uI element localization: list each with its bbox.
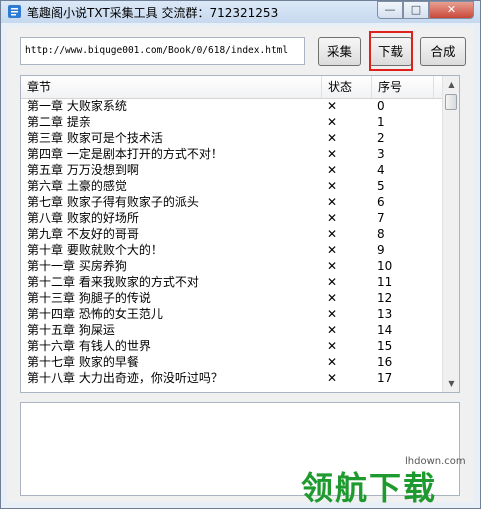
status-cell: ✕ xyxy=(327,179,338,193)
list-rows: 第一章 大败家系统 ✕ 0 第二章 提亲 ✕ 1 第三章 败家可是个技术活 ✕ 2 第四章 一定是… xyxy=(21,98,442,386)
index-cell: 16 xyxy=(377,355,393,369)
status-cell: ✕ xyxy=(327,227,338,241)
table-row[interactable]: 第二章 提亲 ✕ 1 xyxy=(21,114,442,130)
maximize-button[interactable]: □ xyxy=(403,1,429,19)
chapter-list[interactable]: 章节 状态 序号 第一章 大败家系统 ✕ 0 第二章 提亲 ✕ 1 第三章 败家可是个技术活… xyxy=(20,75,460,393)
index-cell: 12 xyxy=(377,291,393,305)
chapter-cell: 第十七章 败家的早餐 xyxy=(27,355,139,369)
column-header-status[interactable]: 状态 xyxy=(322,76,372,98)
index-cell: 2 xyxy=(377,131,385,145)
chapter-cell: 第一章 大败家系统 xyxy=(27,99,127,113)
table-row[interactable]: 第十八章 大力出奇迹，你没听过吗？ ✕ 17 xyxy=(21,370,442,386)
list-header: 章节 状态 序号 xyxy=(21,76,442,99)
chapter-cell: 第二章 提亲 xyxy=(27,115,91,129)
index-cell: 7 xyxy=(377,211,385,225)
scroll-thumb[interactable] xyxy=(445,94,457,110)
merge-button[interactable]: 合成 xyxy=(420,37,466,66)
close-button[interactable]: ✕ xyxy=(429,1,474,19)
chapter-cell: 第十一章 买房养狗 xyxy=(27,259,127,273)
url-input[interactable]: http://www.biquge001.com/Book/0/618/inde… xyxy=(20,37,305,65)
column-header-index[interactable]: 序号 xyxy=(372,76,434,98)
status-cell: ✕ xyxy=(327,131,338,145)
status-cell: ✕ xyxy=(327,323,338,337)
table-row[interactable]: 第四章 一定是剧本打开的方式不对！ ✕ 3 xyxy=(21,146,442,162)
table-row[interactable]: 第十一章 买房养狗 ✕ 10 xyxy=(21,258,442,274)
status-cell: ✕ xyxy=(327,195,338,209)
index-cell: 9 xyxy=(377,243,385,257)
status-cell: ✕ xyxy=(327,339,338,353)
status-cell: ✕ xyxy=(327,259,338,273)
index-cell: 15 xyxy=(377,339,393,353)
status-cell: ✕ xyxy=(327,371,338,385)
index-cell: 1 xyxy=(377,115,385,129)
chapter-cell: 第四章 一定是剧本打开的方式不对！ xyxy=(27,147,223,161)
table-row[interactable]: 第十三章 狗腿子的传说 ✕ 12 xyxy=(21,290,442,306)
index-cell: 4 xyxy=(377,163,385,177)
table-row[interactable]: 第三章 败家可是个技术活 ✕ 2 xyxy=(21,130,442,146)
chapter-cell: 第十章 要败就败个大的！ xyxy=(27,243,163,257)
download-highlight-box xyxy=(369,31,413,71)
table-row[interactable]: 第五章 万万没想到啊 ✕ 4 xyxy=(21,162,442,178)
index-cell: 5 xyxy=(377,179,385,193)
table-row[interactable]: 第十四章 恐怖的女王范儿 ✕ 13 xyxy=(21,306,442,322)
chapter-cell: 第十二章 看来我败家的方式不对 xyxy=(27,275,199,289)
status-cell: ✕ xyxy=(327,115,338,129)
column-header-chapter[interactable]: 章节 xyxy=(21,76,322,98)
status-cell: ✕ xyxy=(327,99,338,113)
chapter-cell: 第十三章 狗腿子的传说 xyxy=(27,291,151,305)
index-cell: 17 xyxy=(377,371,393,385)
index-cell: 11 xyxy=(377,275,393,289)
table-row[interactable]: 第八章 败家的好场所 ✕ 7 xyxy=(21,210,442,226)
app-window: 笔趣阁小说TXT采集工具 交流群：712321253 — □ ✕ http://… xyxy=(0,0,481,509)
table-row[interactable]: 第十五章 狗屎运 ✕ 14 xyxy=(21,322,442,338)
index-cell: 6 xyxy=(377,195,385,209)
status-cell: ✕ xyxy=(327,243,338,257)
chapter-cell: 第十四章 恐怖的女王范儿 xyxy=(27,307,163,321)
table-row[interactable]: 第一章 大败家系统 ✕ 0 xyxy=(21,98,442,114)
title-bar[interactable]: 笔趣阁小说TXT采集工具 交流群：712321253 — □ ✕ xyxy=(1,1,480,23)
scroll-up-arrow-icon[interactable]: ▲ xyxy=(444,76,459,93)
chapter-cell: 第八章 败家的好场所 xyxy=(27,211,139,225)
chapter-cell: 第九章 不友好的哥哥 xyxy=(27,227,139,241)
collect-button[interactable]: 采集 xyxy=(318,37,361,66)
index-cell: 3 xyxy=(377,147,385,161)
index-cell: 8 xyxy=(377,227,385,241)
status-cell: ✕ xyxy=(327,211,338,225)
status-cell: ✕ xyxy=(327,291,338,305)
minimize-button[interactable]: — xyxy=(377,1,403,19)
index-cell: 13 xyxy=(377,307,393,321)
status-cell: ✕ xyxy=(327,307,338,321)
table-row[interactable]: 第十七章 败家的早餐 ✕ 16 xyxy=(21,354,442,370)
status-cell: ✕ xyxy=(327,163,338,177)
table-row[interactable]: 第十六章 有钱人的世界 ✕ 15 xyxy=(21,338,442,354)
app-icon xyxy=(8,5,21,18)
index-cell: 0 xyxy=(377,99,385,113)
index-cell: 10 xyxy=(377,259,393,273)
chapter-cell: 第十八章 大力出奇迹，你没听过吗？ xyxy=(27,371,223,385)
index-cell: 14 xyxy=(377,323,393,337)
table-row[interactable]: 第十二章 看来我败家的方式不对 ✕ 11 xyxy=(21,274,442,290)
client-area: http://www.biquge001.com/Book/0/618/inde… xyxy=(7,27,474,502)
chapter-cell: 第十六章 有钱人的世界 xyxy=(27,339,151,353)
status-cell: ✕ xyxy=(327,275,338,289)
status-cell: ✕ xyxy=(327,355,338,369)
scroll-down-arrow-icon[interactable]: ▼ xyxy=(444,375,459,392)
chapter-cell: 第十五章 狗屎运 xyxy=(27,323,115,337)
chapter-cell: 第三章 败家可是个技术活 xyxy=(27,131,163,145)
window-title: 笔趣阁小说TXT采集工具 交流群：712321253 xyxy=(27,6,279,20)
table-row[interactable]: 第六章 土豪的感觉 ✕ 5 xyxy=(21,178,442,194)
table-row[interactable]: 第七章 败家子得有败家子的派头 ✕ 6 xyxy=(21,194,442,210)
chapter-cell: 第六章 土豪的感觉 xyxy=(27,179,127,193)
chapter-cell: 第五章 万万没想到啊 xyxy=(27,163,139,177)
status-cell: ✕ xyxy=(327,147,338,161)
table-row[interactable]: 第十章 要败就败个大的！ ✕ 9 xyxy=(21,242,442,258)
watermark-logo: 领航下载 xyxy=(301,469,438,507)
chapter-cell: 第七章 败家子得有败家子的派头 xyxy=(27,195,199,209)
vertical-scrollbar[interactable]: ▲ ▼ xyxy=(442,76,459,392)
table-row[interactable]: 第九章 不友好的哥哥 ✕ 8 xyxy=(21,226,442,242)
